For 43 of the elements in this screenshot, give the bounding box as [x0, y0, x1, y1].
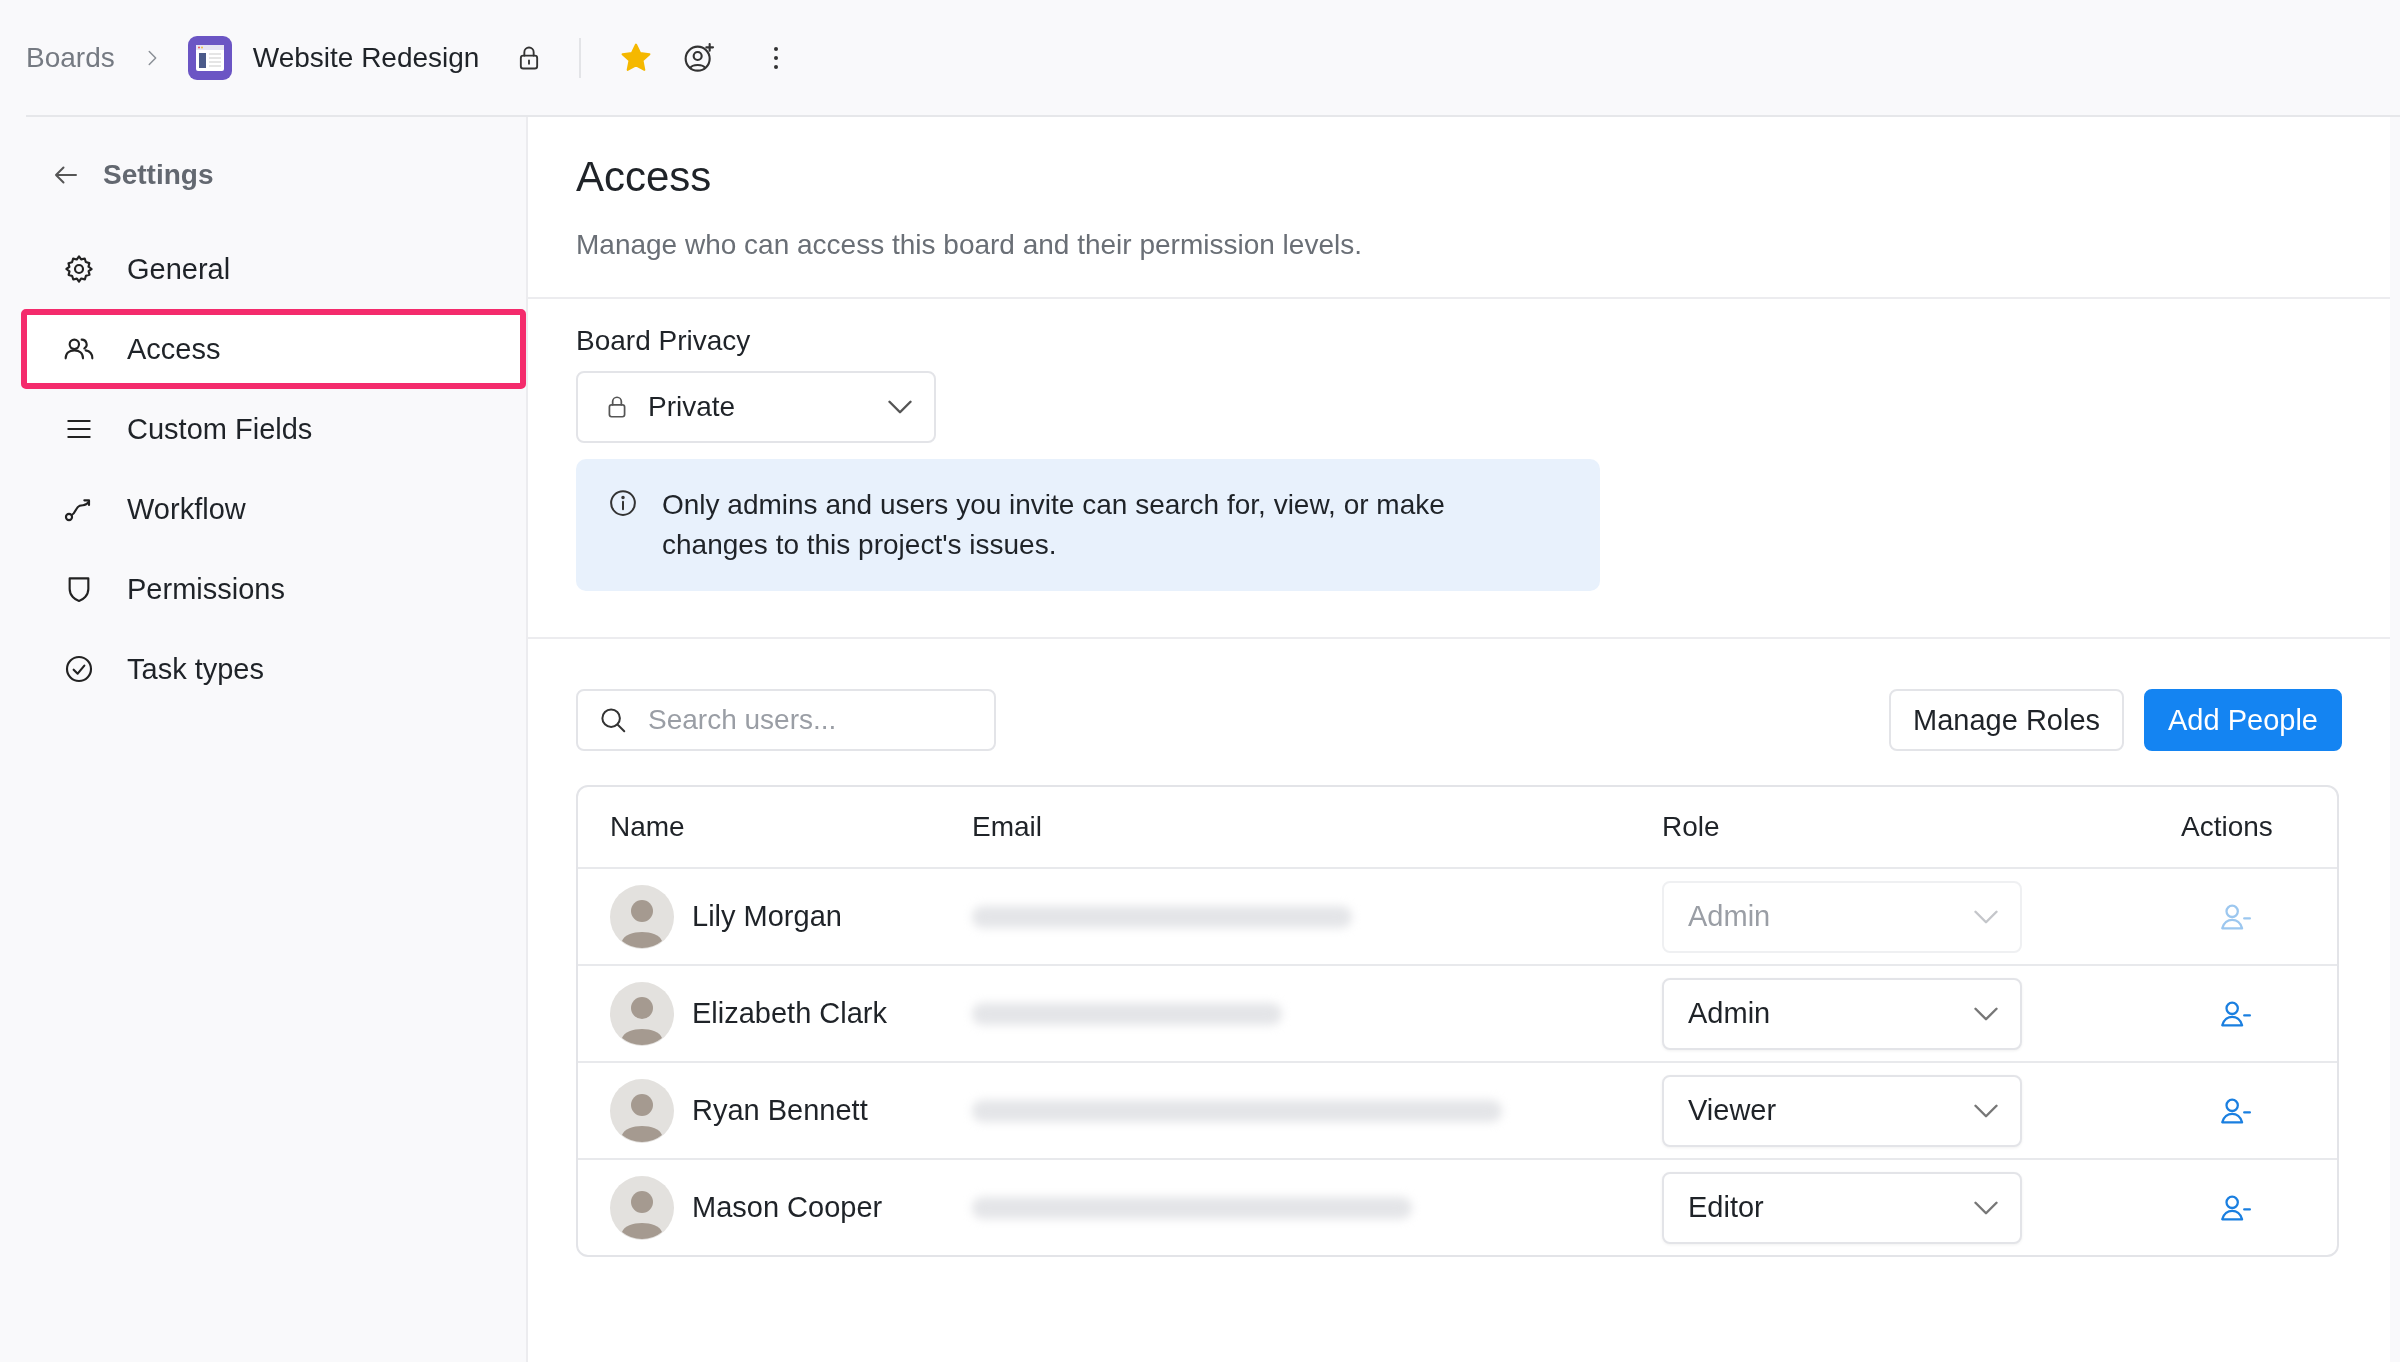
chevron-down-icon: [1974, 909, 1998, 924]
column-header: Email: [972, 811, 1042, 843]
breadcrumb-link[interactable]: Boards: [26, 41, 115, 74]
add-user-icon[interactable]: [683, 41, 716, 74]
role-dropdown[interactable]: Viewer: [1662, 1074, 2022, 1147]
column-header: Role: [1662, 811, 1720, 843]
avatar: [610, 1078, 674, 1143]
chevron-down-icon: [1974, 1200, 1998, 1215]
info-text: Only admins and users you invite can search for, view, or make changes to this project's issues.: [662, 488, 1446, 562]
sidebar-item[interactable]: Permissions: [21, 549, 526, 629]
action-button[interactable]: Manage Roles: [1889, 689, 2125, 751]
check-circle-icon: [63, 653, 95, 685]
action-button[interactable]: Add People: [2144, 689, 2342, 751]
avatar: [610, 884, 674, 949]
sidebar-heading: Settings: [103, 159, 214, 191]
settings-icon: [63, 253, 95, 285]
user-name: Lily Morgan: [692, 900, 842, 933]
board-logo-icon: [186, 34, 233, 81]
avatar: [610, 1175, 674, 1240]
role-dropdown[interactable]: Editor: [1662, 1171, 2022, 1244]
user-name: Elizabeth Clark: [692, 997, 888, 1030]
sidebar-item[interactable]: Workflow: [21, 469, 526, 549]
sidebar-item[interactable]: Custom Fields: [21, 389, 526, 469]
avatar: [610, 981, 674, 1046]
info-icon: [608, 488, 638, 518]
column-header: Name: [610, 811, 685, 843]
search-icon: [598, 705, 628, 735]
user-name: Ryan Bennett: [692, 1094, 868, 1127]
chevron-down-icon: [888, 400, 912, 414]
column-header: Actions: [2181, 811, 2273, 843]
user-name: Mason Cooper: [692, 1191, 883, 1224]
board-title: Website Redesign: [252, 41, 480, 74]
chevron-down-icon: [1974, 1006, 1998, 1021]
sidebar-item[interactable]: General: [21, 229, 526, 309]
chevron-down-icon: [1974, 1103, 1998, 1118]
page-title: Access: [576, 153, 712, 201]
sidebar-item[interactable]: Access: [21, 309, 526, 389]
sidebar-item[interactable]: Task types: [21, 629, 526, 709]
field-label: Board Privacy: [576, 325, 751, 357]
page-description: Manage who can access this board and their permission levels.: [576, 229, 1362, 261]
privacy-dropdown[interactable]: Private: [576, 371, 936, 443]
role-dropdown[interactable]: Admin: [1662, 977, 2022, 1050]
search-field[interactable]: Search users...: [576, 689, 996, 751]
